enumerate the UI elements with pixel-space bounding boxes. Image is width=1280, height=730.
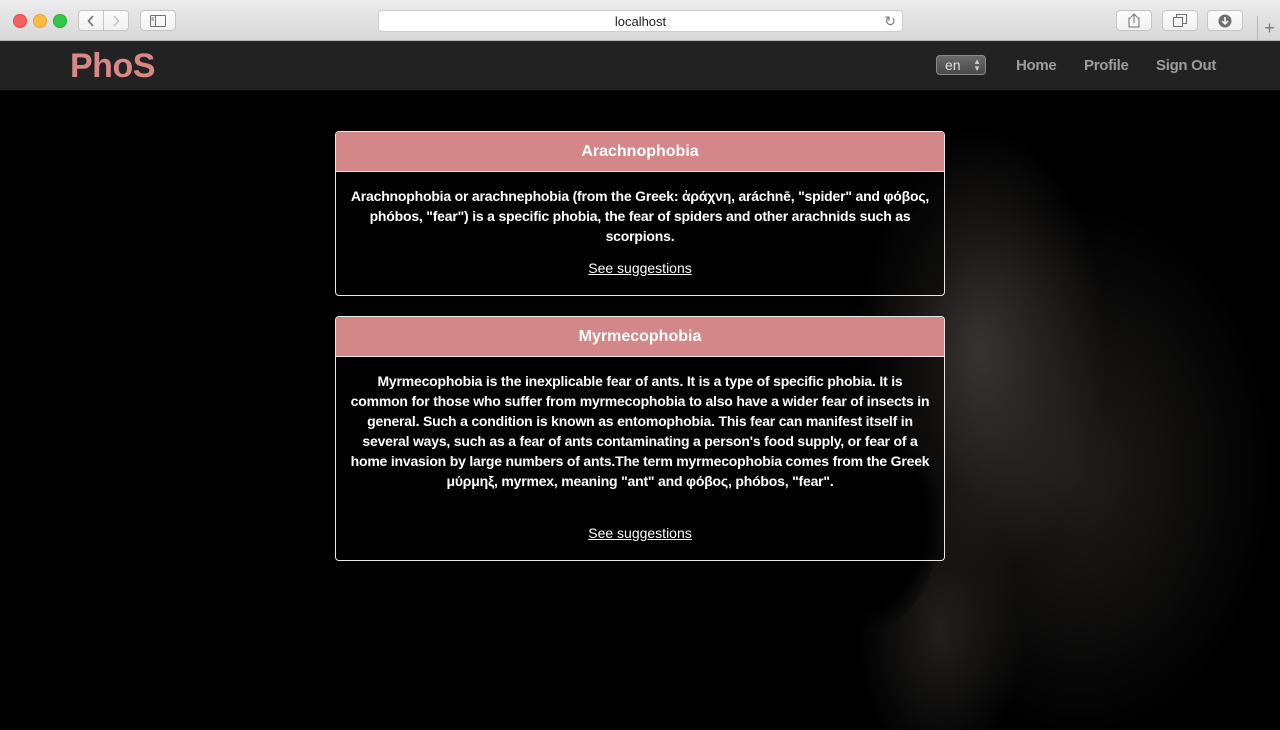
address-bar[interactable]: localhost ↻ <box>378 10 903 32</box>
nav-home-link[interactable]: Home <box>1016 57 1057 74</box>
chevron-right-icon <box>113 14 120 27</box>
nav-signout-link[interactable]: Sign Out <box>1156 57 1216 74</box>
phobia-card: Arachnophobia Arachnophobia or arachneph… <box>335 131 945 296</box>
phobia-card-description: Myrmecophobia is the inexplicable fear o… <box>350 373 930 489</box>
language-select[interactable]: en ▲ ▼ <box>936 55 986 75</box>
forward-button[interactable] <box>103 10 129 31</box>
minimize-window-button[interactable] <box>33 14 47 28</box>
see-suggestions-link[interactable]: See suggestions <box>336 260 944 276</box>
phobia-card-title: Arachnophobia <box>336 132 944 172</box>
sidebar-toggle-button[interactable] <box>140 10 176 31</box>
close-window-button[interactable] <box>13 14 27 28</box>
phobia-card-title: Myrmecophobia <box>336 317 944 357</box>
phobia-card: Myrmecophobia Myrmecophobia is the inexp… <box>335 316 945 561</box>
share-button[interactable] <box>1116 10 1152 31</box>
back-button[interactable] <box>78 10 104 31</box>
chevron-left-icon <box>87 14 94 27</box>
browser-toolbar: localhost ↻ + <box>0 0 1280 41</box>
share-icon <box>1128 13 1140 28</box>
downloads-button[interactable] <box>1207 10 1243 31</box>
download-icon <box>1218 14 1232 27</box>
language-value: en <box>945 57 961 73</box>
app-navbar: PhoS en ▲ ▼ Home Profile Sign Out <box>0 41 1280 91</box>
see-suggestions-link[interactable]: See suggestions <box>336 525 944 541</box>
brand-logo[interactable]: PhoS <box>70 47 155 86</box>
select-arrows-icon: ▲ ▼ <box>973 57 981 73</box>
nav-profile-link[interactable]: Profile <box>1084 57 1129 74</box>
zoom-window-button[interactable] <box>53 14 67 28</box>
sidebar-icon <box>150 14 166 27</box>
reload-icon[interactable]: ↻ <box>884 13 896 30</box>
address-text: localhost <box>614 13 667 29</box>
new-tab-button[interactable]: + <box>1257 16 1280 41</box>
tabs-icon <box>1173 14 1187 27</box>
phobia-card-description: Arachnophobia or arachnephobia (from the… <box>350 188 930 244</box>
tab-overview-button[interactable] <box>1162 10 1198 31</box>
